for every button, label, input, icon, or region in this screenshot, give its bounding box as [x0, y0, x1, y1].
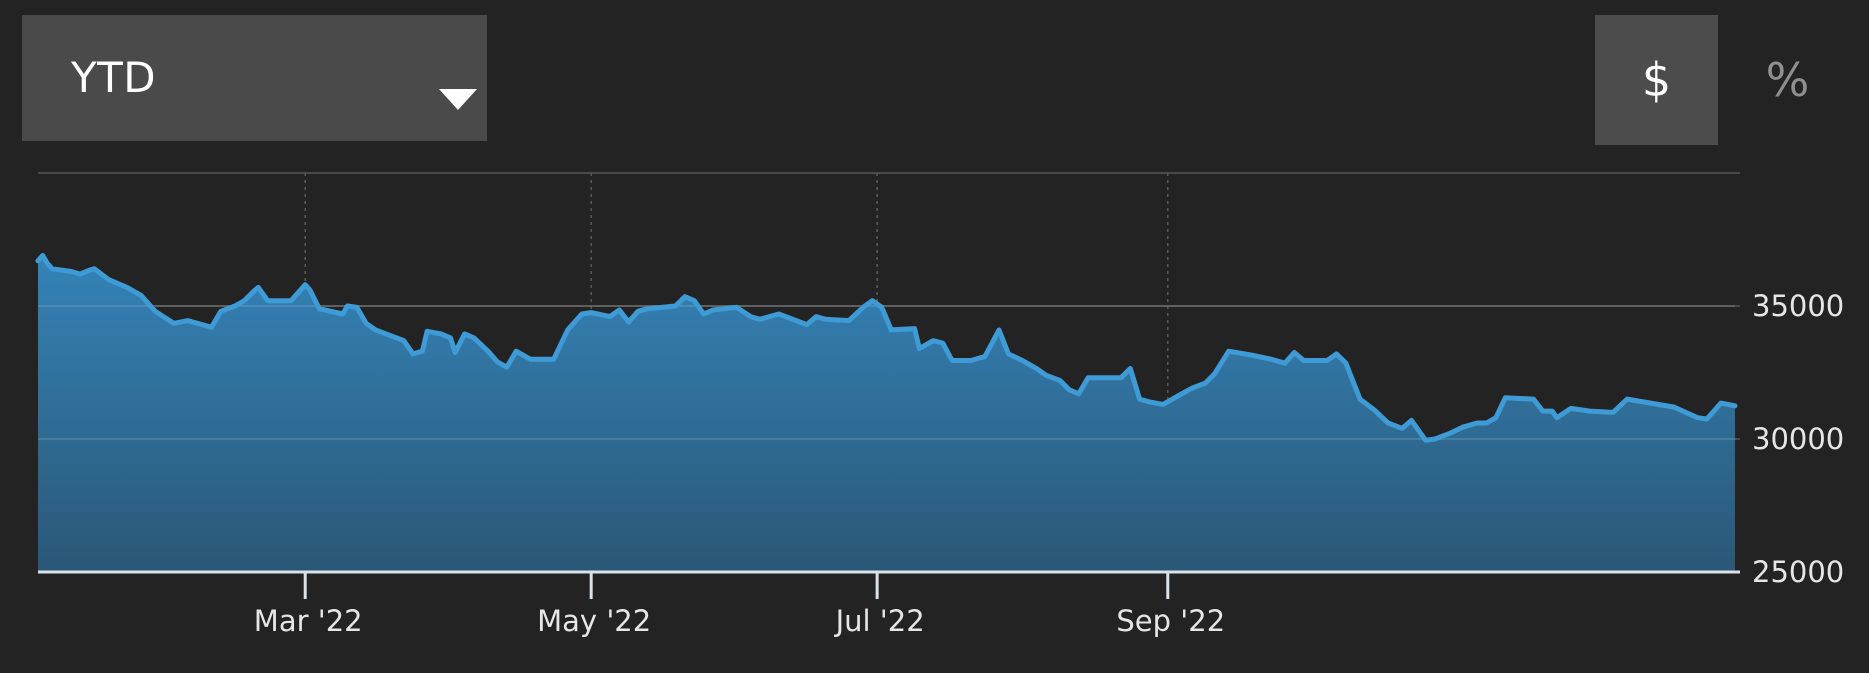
- series-layer: [35, 253, 1738, 572]
- x-tick-label: Sep '22: [1116, 604, 1225, 638]
- x-tick-label: Jul '22: [834, 604, 925, 638]
- y-tick-label: 25000: [1752, 555, 1844, 589]
- y-tick-label: 35000: [1752, 289, 1844, 323]
- x-tick-label: May '22: [537, 604, 651, 638]
- series-area: [38, 255, 1735, 572]
- y-axis-labels: 25000 30000 35000: [1752, 289, 1844, 589]
- y-tick-label: 30000: [1752, 422, 1844, 456]
- x-axis: Mar '22 May '22 Jul '22 Sep '22: [38, 570, 1740, 638]
- x-tick-label: Mar '22: [254, 604, 363, 638]
- price-chart: Mar '22 May '22 Jul '22 Sep '22 25000 30000 3…: [35, 172, 1844, 638]
